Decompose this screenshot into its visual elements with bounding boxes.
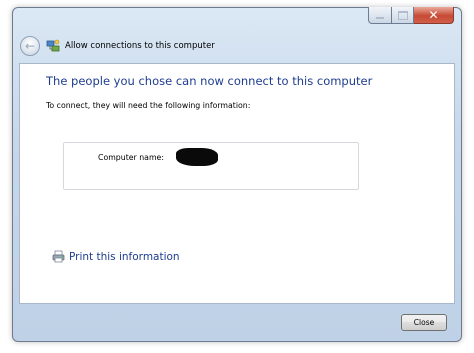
caption-buttons: ✕	[368, 7, 454, 25]
header-row: ← Allow connections to this computer	[20, 35, 215, 57]
computer-name-value-redacted	[176, 148, 218, 166]
instruction-text: To connect, they will need the following…	[46, 101, 251, 110]
computer-name-label: Computer name:	[98, 153, 164, 162]
main-heading: The people you chose can now connect to …	[46, 74, 373, 88]
dialog-window: ✕ ← Allow connections to this computer T…	[12, 7, 462, 342]
window-title: Allow connections to this computer	[65, 41, 215, 51]
close-button[interactable]: Close	[401, 314, 447, 331]
printer-icon	[52, 250, 65, 263]
print-information-link[interactable]: Print this information	[52, 250, 180, 263]
minimize-button[interactable]	[368, 7, 392, 24]
maximize-button[interactable]	[392, 7, 414, 24]
maximize-icon	[397, 10, 408, 20]
connection-info-box: Computer name:	[63, 142, 359, 190]
back-button[interactable]: ←	[20, 36, 40, 56]
print-information-label: Print this information	[69, 250, 180, 263]
window-close-button[interactable]: ✕	[414, 7, 454, 24]
back-arrow-icon: ←	[24, 39, 36, 53]
close-icon: ✕	[428, 8, 439, 22]
network-connection-icon	[46, 39, 60, 52]
content-panel: The people you chose can now connect to …	[19, 63, 455, 304]
minimize-icon	[376, 17, 384, 19]
